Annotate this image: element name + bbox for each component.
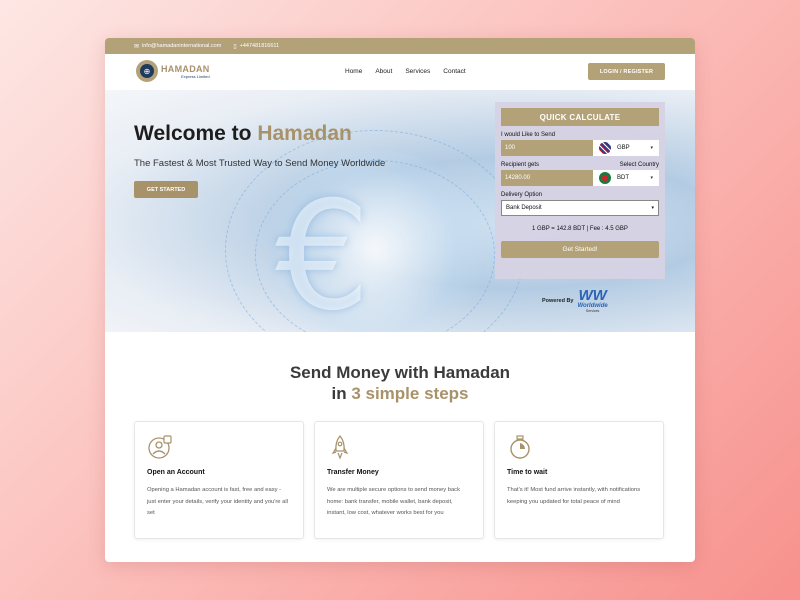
send-amount-input[interactable]: 100 bbox=[501, 140, 593, 156]
mail-icon: ✉ bbox=[134, 43, 140, 50]
step-card-text: Opening a Hamadan account is fast, free … bbox=[147, 487, 288, 516]
hero-title-accent: Hamadan bbox=[257, 122, 352, 145]
send-currency-label: GBP bbox=[617, 145, 630, 151]
step-card-text: That's it! Most fund arrive instantly, w… bbox=[507, 487, 641, 505]
steps-title-line1: Send Money with Hamadan bbox=[289, 363, 511, 382]
nav-menu: Home About Services Contact bbox=[345, 68, 466, 75]
contact-bar: ✉ info@hamadaninternational.com ▯ +44748… bbox=[105, 38, 695, 54]
country-label: Select Country bbox=[619, 162, 659, 168]
phone-icon: ▯ bbox=[233, 43, 237, 50]
send-label-row: I would Like to Send bbox=[501, 132, 659, 138]
recipient-amount-input[interactable]: 14280.00 bbox=[501, 170, 593, 186]
delivery-option-value: Bank Deposit bbox=[506, 205, 542, 211]
send-row: 100 GBP ▾ bbox=[501, 140, 659, 156]
bangladesh-flag-icon bbox=[599, 172, 611, 184]
steps-title-accent: 3 simple steps bbox=[351, 384, 469, 403]
calculator-get-started-button[interactable]: Get Started! bbox=[501, 241, 659, 258]
hero-title: Welcome to Hamadan bbox=[134, 122, 352, 146]
account-icon bbox=[148, 435, 172, 459]
worldwide-logo-mark: WW bbox=[578, 287, 607, 304]
chevron-down-icon: ▾ bbox=[650, 175, 653, 181]
delivery-label-row: Delivery Option bbox=[501, 192, 659, 198]
globe-icon: ⊕ bbox=[136, 60, 158, 82]
rocket-icon bbox=[331, 434, 349, 460]
step-card-time-to-wait: Time to wait That's it! Most fund arrive… bbox=[494, 421, 664, 539]
hero-section: € Welcome to Hamadan The Fastest & Most … bbox=[105, 90, 695, 332]
calculator-heading: QUICK CALCULATE bbox=[501, 108, 659, 126]
powered-by: Powered By WW Worldwide Services bbox=[542, 288, 608, 313]
send-currency-select[interactable]: GBP ▾ bbox=[593, 140, 659, 156]
nav-item-contact[interactable]: Contact bbox=[443, 68, 465, 75]
step-card-text: We are multiple secure options to send m… bbox=[327, 487, 460, 516]
uk-flag-icon bbox=[599, 142, 611, 154]
nav-item-home[interactable]: Home bbox=[345, 68, 362, 75]
recipient-label: Recipient gets bbox=[501, 162, 540, 168]
steps-title-prefix: in bbox=[331, 384, 352, 403]
stopwatch-icon bbox=[510, 435, 530, 459]
step-card-title: Transfer Money bbox=[327, 469, 379, 476]
step-card-open-account: Open an Account Opening a Hamadan accoun… bbox=[134, 421, 304, 539]
chevron-down-icon: ▾ bbox=[651, 205, 654, 211]
delivery-label: Delivery Option bbox=[501, 192, 543, 198]
nav-item-about[interactable]: About bbox=[375, 68, 392, 75]
worldwide-logo-sub: Services bbox=[585, 309, 600, 313]
exchange-rate-text: 1 GBP = 142.8 BDT | Fee : 4.5 GBP bbox=[532, 226, 628, 232]
quick-calculate-panel: QUICK CALCULATE I would Like to Send 100… bbox=[495, 102, 665, 279]
get-started-button[interactable]: GET STARTED bbox=[134, 181, 198, 198]
browser-frame: ✉ info@hamadaninternational.com ▯ +44748… bbox=[105, 38, 695, 562]
steps-title-line2: in 3 simple steps bbox=[105, 383, 695, 404]
steps-title: Send Money with Hamadan in 3 simple step… bbox=[105, 362, 695, 404]
logo-name: HAMADAN bbox=[161, 63, 210, 74]
main-nav: ⊕ HAMADAN Express Limited Home About Ser… bbox=[105, 54, 695, 90]
step-card-transfer-money: Transfer Money We are multiple secure op… bbox=[314, 421, 484, 539]
hero-subtitle: The Fastest & Most Trusted Way to Send M… bbox=[134, 158, 386, 169]
login-register-button[interactable]: LOGIN / REGISTER bbox=[588, 63, 665, 80]
step-card-title: Time to wait bbox=[507, 469, 548, 476]
euro-symbol-graphic: € bbox=[275, 170, 371, 332]
recipient-row: 14280.00 BDT ▾ bbox=[501, 170, 659, 186]
contact-email[interactable]: ✉ info@hamadaninternational.com bbox=[134, 43, 221, 50]
recipient-currency-select[interactable]: BDT ▾ bbox=[593, 170, 659, 186]
steps-cards: Open an Account Opening a Hamadan accoun… bbox=[134, 421, 664, 539]
recipient-currency-label: BDT bbox=[617, 175, 629, 181]
contact-email-text: info@hamadaninternational.com bbox=[142, 43, 222, 49]
hero-title-prefix: Welcome to bbox=[134, 122, 258, 145]
nav-item-services[interactable]: Services bbox=[405, 68, 430, 75]
send-label: I would Like to Send bbox=[501, 132, 556, 138]
contact-phone-text: +447481816611 bbox=[239, 43, 280, 49]
chevron-down-icon: ▾ bbox=[650, 145, 653, 151]
logo-subtitle: Express Limited bbox=[181, 73, 210, 79]
delivery-option-select[interactable]: Bank Deposit ▾ bbox=[501, 200, 659, 216]
powered-by-label: Powered By bbox=[542, 297, 574, 304]
site-logo[interactable]: ⊕ HAMADAN Express Limited bbox=[136, 60, 210, 82]
contact-phone[interactable]: ▯ +447481816611 bbox=[233, 43, 279, 50]
step-card-title: Open an Account bbox=[147, 469, 205, 476]
recipient-label-row: Recipient gets Select Country bbox=[501, 162, 659, 168]
worldwide-services-logo: WW Worldwide Services bbox=[577, 288, 607, 313]
